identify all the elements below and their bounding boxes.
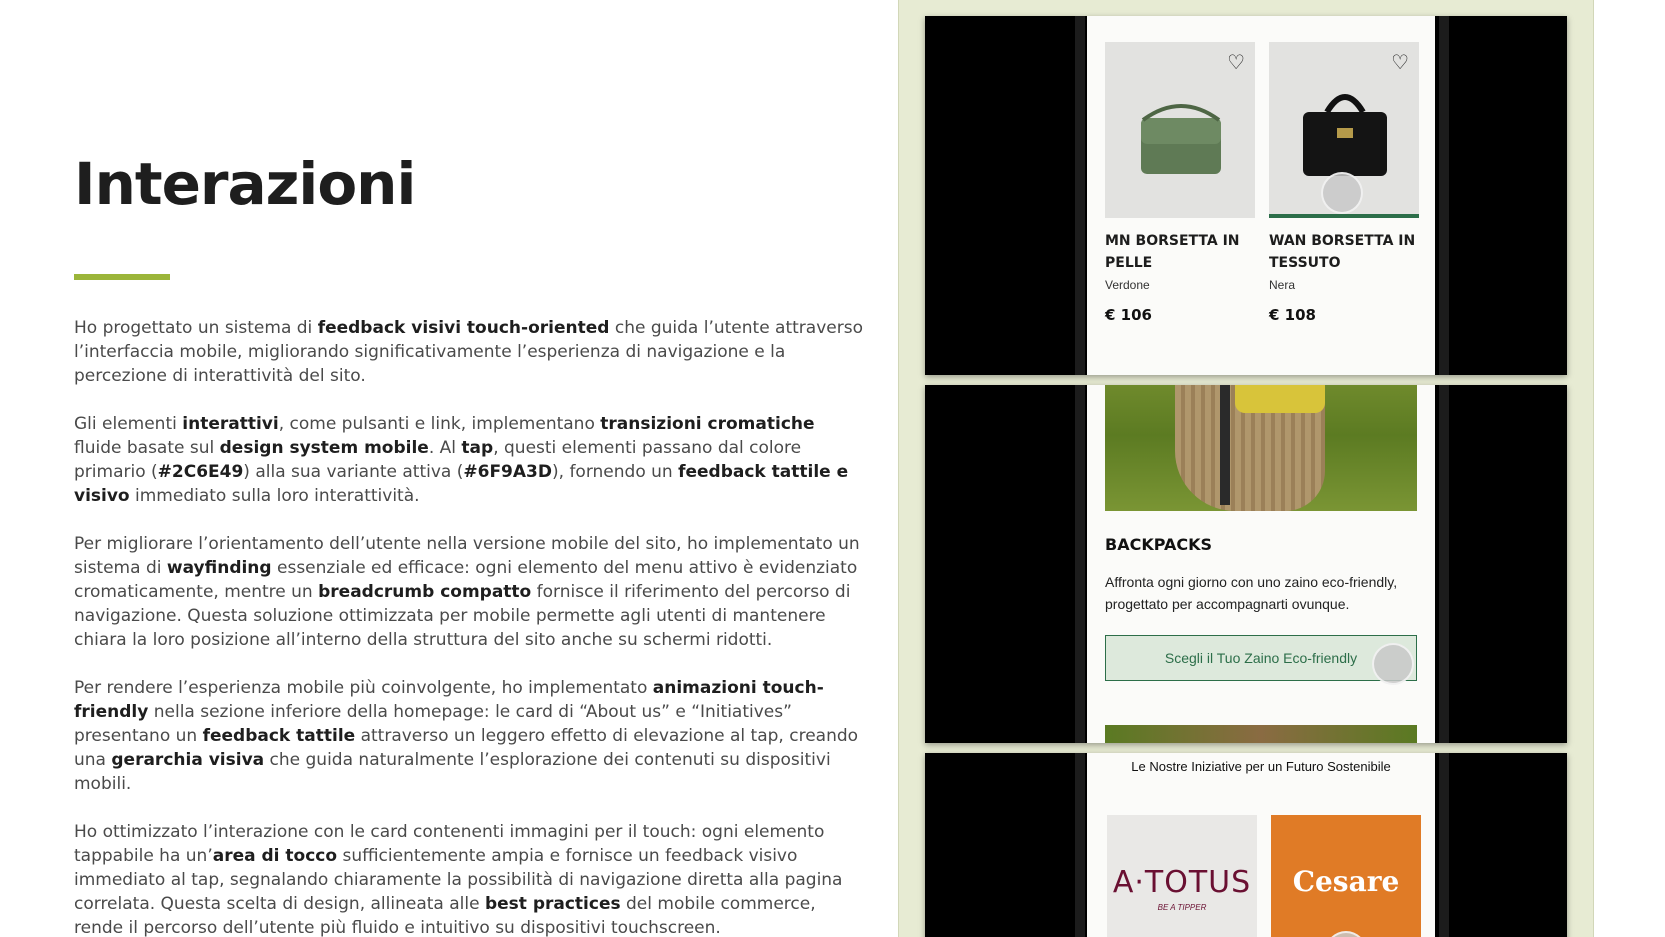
green-bag-image bbox=[1141, 104, 1221, 174]
paragraph: Gli elementi interattivi, come pulsanti … bbox=[74, 412, 864, 508]
bold-text: best practices bbox=[484, 894, 621, 914]
phone-screen: Le Nostre Iniziative per un Futuro Soste… bbox=[1087, 753, 1435, 937]
mockup-screenshot-products: ♡ MN BORSETTA IN PELLE Verdone € 106 ♡ W… bbox=[925, 16, 1567, 375]
bold-text: tap bbox=[461, 438, 494, 458]
bold-text: wayfinding bbox=[166, 558, 272, 578]
bold-text: transizioni cromatiche bbox=[600, 414, 815, 434]
paragraph: Per migliorare l’orientamento dell’utent… bbox=[74, 532, 864, 652]
product-image[interactable]: ♡ bbox=[1269, 42, 1419, 218]
paragraph: Ho progettato un sistema di feedback vis… bbox=[74, 316, 864, 388]
tap-indicator bbox=[1325, 931, 1367, 937]
section-description: Affronta ogni giorno con uno zaino eco-f… bbox=[1105, 574, 1398, 612]
phone-screen: BACKPACKS Affronta ogni giorno con uno z… bbox=[1087, 385, 1435, 743]
heart-icon[interactable]: ♡ bbox=[1391, 50, 1409, 75]
heart-icon[interactable]: ♡ bbox=[1227, 50, 1245, 75]
text-run: ) alla sua variante attiva ( bbox=[243, 462, 464, 482]
bold-text: area di tocco bbox=[212, 846, 338, 866]
mockup-screenshot-initiatives: Le Nostre Iniziative per un Futuro Soste… bbox=[925, 753, 1567, 937]
product-name: MN BORSETTA IN PELLE bbox=[1105, 233, 1240, 271]
next-section-image[interactable] bbox=[1105, 725, 1417, 743]
section-title: BACKPACKS bbox=[1105, 535, 1213, 554]
black-bag-image bbox=[1303, 94, 1387, 176]
text-run: . Al bbox=[428, 438, 462, 458]
bold-text: feedback tattile bbox=[202, 726, 356, 746]
page-title: Interazioni bbox=[74, 150, 416, 218]
backpack-hero-image[interactable] bbox=[1105, 385, 1417, 511]
active-indicator bbox=[1269, 214, 1419, 218]
bold-text: feedback visivi touch-oriented bbox=[317, 318, 610, 338]
phone-frame-left bbox=[1075, 753, 1085, 937]
bold-text: #2C6E49 bbox=[157, 462, 244, 482]
phone-frame-left bbox=[1075, 385, 1085, 743]
initiatives-title: Le Nostre Iniziative per un Futuro Soste… bbox=[1131, 759, 1391, 774]
product-color: Verdone bbox=[1105, 278, 1150, 292]
text-run: Per rendere l’esperienza mobile più coin… bbox=[74, 678, 653, 698]
mockup-screenshot-backpacks: BACKPACKS Affronta ogni giorno con uno z… bbox=[925, 385, 1567, 743]
product-name: WAN BORSETTA IN TESSUTO bbox=[1269, 233, 1416, 271]
bold-text: design system mobile bbox=[219, 438, 429, 458]
bold-text: #6F9A3D bbox=[463, 462, 552, 482]
paragraph: Ho ottimizzato l’interazione con le card… bbox=[74, 820, 864, 937]
product-card-active[interactable]: ♡ WAN BORSETTA IN TESSUTO Nera € 108 bbox=[1269, 42, 1419, 324]
initiative-card-atotus[interactable]: A·TOTUS BE A TIPPER bbox=[1107, 815, 1257, 937]
phone-frame-right bbox=[1439, 385, 1449, 743]
text-run: Ho progettato un sistema di bbox=[74, 318, 318, 338]
cesare-logo: Cesare bbox=[1292, 865, 1400, 898]
text-run: fluide basate sul bbox=[74, 438, 220, 458]
atotus-logo: A·TOTUS bbox=[1112, 865, 1252, 900]
product-card[interactable]: ♡ MN BORSETTA IN PELLE Verdone € 106 bbox=[1105, 42, 1255, 324]
paragraph: Per rendere l’esperienza mobile più coin… bbox=[74, 676, 864, 796]
bold-text: interattivi bbox=[182, 414, 279, 434]
atotus-tagline: BE A TIPPER bbox=[1157, 903, 1207, 912]
product-price: € 108 bbox=[1269, 306, 1316, 324]
bold-text: breadcrumb compatto bbox=[318, 582, 532, 602]
phone-frame-right bbox=[1439, 16, 1449, 375]
phone-frame-left bbox=[1075, 16, 1085, 375]
initiative-card-cesare[interactable]: Cesare bbox=[1271, 815, 1421, 937]
text-run: ), fornendo un bbox=[552, 462, 679, 482]
phone-frame-right bbox=[1439, 753, 1449, 937]
product-image[interactable]: ♡ bbox=[1105, 42, 1255, 218]
cta-button[interactable]: Scegli il Tuo Zaino Eco-friendly bbox=[1105, 635, 1417, 681]
phone-screen: ♡ MN BORSETTA IN PELLE Verdone € 106 ♡ W… bbox=[1087, 16, 1435, 375]
tap-indicator bbox=[1321, 172, 1363, 214]
product-price: € 106 bbox=[1105, 306, 1152, 324]
product-color: Nera bbox=[1269, 278, 1296, 292]
body-text: Ho progettato un sistema di feedback vis… bbox=[74, 316, 864, 937]
text-run: , come pulsanti e link, implementano bbox=[278, 414, 601, 434]
tap-indicator bbox=[1372, 643, 1414, 685]
text-run: immediato sulla loro interattività. bbox=[129, 486, 420, 506]
text-run: Gli elementi bbox=[74, 414, 183, 434]
bold-text: gerarchia visiva bbox=[111, 750, 265, 770]
title-accent-bar bbox=[74, 274, 170, 280]
